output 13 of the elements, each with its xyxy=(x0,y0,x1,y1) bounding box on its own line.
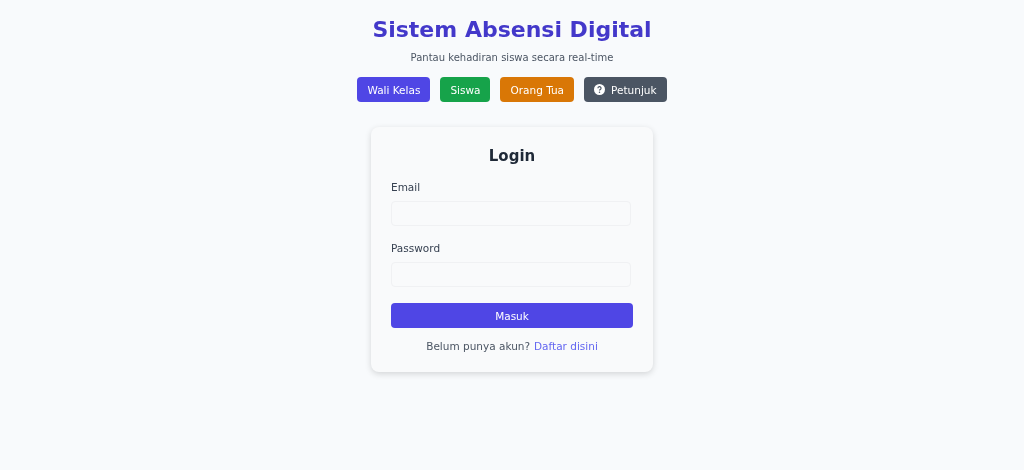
app-title: Sistem Absensi Digital xyxy=(372,16,652,44)
field-label: Email xyxy=(391,181,422,193)
login-button[interactable]: Masuk xyxy=(391,303,633,328)
role-button[interactable]: Wali Kelas xyxy=(357,77,431,102)
help-button[interactable]: Petunjuk xyxy=(584,77,667,102)
field-label: Password xyxy=(391,242,442,254)
help-icon xyxy=(594,84,606,95)
app-subtitle: Pantau kehadiran siswa secara real-time xyxy=(410,52,614,63)
role-button[interactable]: Siswa xyxy=(440,77,491,102)
signup-prompt: Belum punya akun? xyxy=(426,340,531,352)
signup-link[interactable]: Daftar disini xyxy=(534,340,598,352)
role-button[interactable]: Orang Tua xyxy=(500,77,575,102)
login-title: Login xyxy=(487,147,537,165)
